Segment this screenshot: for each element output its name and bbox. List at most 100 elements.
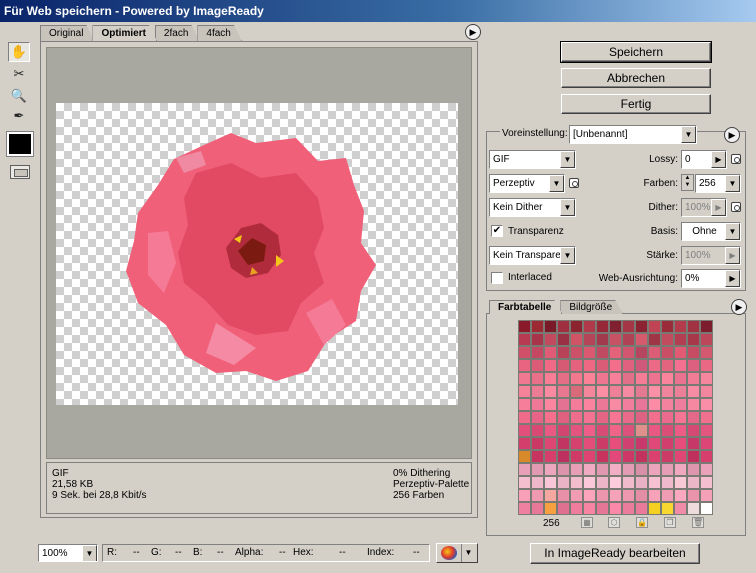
color-swatch[interactable] bbox=[531, 437, 544, 450]
slice-select-tool[interactable]: ✂ bbox=[8, 64, 30, 84]
color-swatch[interactable] bbox=[583, 385, 596, 398]
color-swatch[interactable] bbox=[570, 424, 583, 437]
lock-icon[interactable]: 🔒 bbox=[636, 517, 648, 528]
cancel-button[interactable]: Abbrechen bbox=[561, 68, 711, 88]
color-swatch[interactable] bbox=[557, 346, 570, 359]
color-swatch[interactable] bbox=[700, 333, 713, 346]
color-swatch[interactable] bbox=[648, 424, 661, 437]
color-swatch[interactable] bbox=[687, 450, 700, 463]
color-swatch[interactable] bbox=[544, 333, 557, 346]
color-swatch[interactable] bbox=[557, 372, 570, 385]
color-swatch[interactable] bbox=[557, 450, 570, 463]
color-swatch[interactable] bbox=[596, 346, 609, 359]
color-swatch[interactable] bbox=[635, 463, 648, 476]
color-swatch[interactable] bbox=[557, 398, 570, 411]
color-swatch[interactable] bbox=[531, 463, 544, 476]
color-swatch[interactable] bbox=[583, 437, 596, 450]
trash-icon[interactable]: 🗑 bbox=[692, 517, 704, 528]
color-swatch[interactable] bbox=[622, 463, 635, 476]
color-swatch[interactable] bbox=[570, 398, 583, 411]
color-swatch[interactable] bbox=[518, 333, 531, 346]
color-swatch[interactable] bbox=[687, 398, 700, 411]
color-swatch[interactable] bbox=[674, 385, 687, 398]
color-swatch[interactable] bbox=[544, 502, 557, 515]
color-swatch[interactable] bbox=[544, 476, 557, 489]
tab-4up[interactable]: 4fach bbox=[197, 25, 241, 41]
color-swatch[interactable] bbox=[648, 359, 661, 372]
color-table-menu-button[interactable]: ▶ bbox=[731, 299, 747, 315]
color-table-grid[interactable] bbox=[518, 320, 713, 515]
color-swatch[interactable] bbox=[648, 411, 661, 424]
color-swatch[interactable] bbox=[687, 320, 700, 333]
dither-mask-button[interactable] bbox=[731, 202, 741, 212]
color-swatch[interactable] bbox=[700, 346, 713, 359]
color-swatch[interactable] bbox=[687, 489, 700, 502]
color-swatch[interactable] bbox=[557, 359, 570, 372]
color-swatch[interactable] bbox=[661, 346, 674, 359]
new-color-icon[interactable]: ❐ bbox=[664, 517, 676, 528]
tab-color-table[interactable]: Farbtabelle bbox=[489, 300, 562, 314]
color-swatch[interactable] bbox=[518, 476, 531, 489]
color-swatch[interactable] bbox=[518, 463, 531, 476]
tab-optimized[interactable]: Optimiert bbox=[92, 25, 156, 41]
color-swatch[interactable] bbox=[674, 463, 687, 476]
color-swatch[interactable] bbox=[687, 385, 700, 398]
color-swatch[interactable] bbox=[674, 333, 687, 346]
color-swatch[interactable] bbox=[583, 320, 596, 333]
color-swatch[interactable] bbox=[596, 489, 609, 502]
color-swatch[interactable] bbox=[544, 346, 557, 359]
color-swatch[interactable] bbox=[622, 372, 635, 385]
color-swatch[interactable] bbox=[661, 502, 674, 515]
color-swatch[interactable] bbox=[648, 333, 661, 346]
color-swatch[interactable] bbox=[518, 346, 531, 359]
color-swatch[interactable] bbox=[609, 398, 622, 411]
tab-original[interactable]: Original bbox=[40, 25, 94, 41]
color-swatch[interactable] bbox=[687, 463, 700, 476]
color-swatch[interactable] bbox=[635, 359, 648, 372]
color-swatch[interactable] bbox=[544, 437, 557, 450]
color-swatch[interactable] bbox=[557, 320, 570, 333]
color-swatch[interactable] bbox=[596, 398, 609, 411]
color-swatch[interactable] bbox=[596, 411, 609, 424]
color-swatch[interactable] bbox=[557, 463, 570, 476]
color-swatch[interactable] bbox=[687, 359, 700, 372]
color-swatch[interactable] bbox=[570, 450, 583, 463]
color-swatch[interactable] bbox=[674, 359, 687, 372]
color-swatch[interactable] bbox=[531, 450, 544, 463]
color-swatch[interactable] bbox=[635, 333, 648, 346]
color-swatch[interactable] bbox=[700, 398, 713, 411]
color-swatch[interactable] bbox=[700, 437, 713, 450]
color-swatch[interactable] bbox=[544, 385, 557, 398]
color-swatch[interactable] bbox=[674, 320, 687, 333]
color-swatch[interactable] bbox=[635, 398, 648, 411]
color-swatch[interactable] bbox=[635, 320, 648, 333]
color-swatch[interactable] bbox=[622, 450, 635, 463]
color-swatch[interactable] bbox=[596, 463, 609, 476]
color-swatch[interactable] bbox=[583, 411, 596, 424]
color-swatch[interactable] bbox=[687, 437, 700, 450]
color-swatch[interactable] bbox=[518, 489, 531, 502]
color-swatch[interactable] bbox=[661, 372, 674, 385]
color-swatch[interactable] bbox=[583, 333, 596, 346]
color-swatch[interactable] bbox=[531, 476, 544, 489]
color-swatch[interactable] bbox=[518, 450, 531, 463]
color-swatch[interactable] bbox=[700, 476, 713, 489]
color-swatch[interactable] bbox=[544, 320, 557, 333]
color-swatch[interactable] bbox=[674, 424, 687, 437]
color-swatch[interactable] bbox=[622, 437, 635, 450]
color-swatch[interactable] bbox=[531, 385, 544, 398]
color-swatch[interactable] bbox=[700, 320, 713, 333]
color-swatch[interactable] bbox=[609, 333, 622, 346]
color-swatch[interactable] bbox=[570, 333, 583, 346]
color-swatch[interactable] bbox=[518, 385, 531, 398]
color-swatch[interactable] bbox=[661, 359, 674, 372]
color-swatch[interactable] bbox=[635, 437, 648, 450]
settings-menu-button[interactable]: ▶ bbox=[724, 127, 740, 143]
color-swatch[interactable] bbox=[609, 346, 622, 359]
color-swatch[interactable] bbox=[570, 385, 583, 398]
lossy-input[interactable]: 0 ▶ bbox=[681, 150, 727, 169]
color-swatch[interactable] bbox=[661, 437, 674, 450]
color-swatch[interactable] bbox=[622, 320, 635, 333]
transparency-dither-select[interactable]: Kein Transpare... ▼ bbox=[489, 246, 576, 265]
done-button[interactable]: Fertig bbox=[561, 94, 711, 114]
